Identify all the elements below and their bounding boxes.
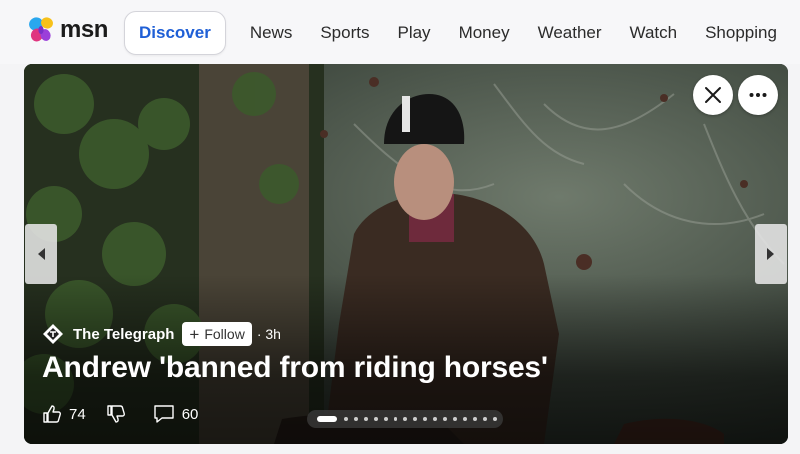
carousel-indicator <box>307 410 503 428</box>
nav-money[interactable]: Money <box>445 11 524 55</box>
carousel-dot[interactable] <box>363 417 368 421</box>
more-icon <box>749 93 767 97</box>
carousel-dot[interactable] <box>483 417 488 421</box>
carousel-dot[interactable] <box>373 417 378 421</box>
follow-label: Follow <box>204 326 245 342</box>
follow-button[interactable]: + Follow <box>182 322 252 346</box>
close-icon <box>705 87 721 103</box>
carousel-dot[interactable] <box>403 417 408 421</box>
carousel-dot[interactable] <box>423 417 428 421</box>
carousel-dot[interactable] <box>413 417 418 421</box>
carousel-prev-button[interactable] <box>25 224 57 284</box>
chevron-left-icon <box>38 248 45 260</box>
carousel-dot[interactable] <box>473 417 478 421</box>
msn-butterfly-icon <box>29 17 53 42</box>
comment-count: 60 <box>181 405 199 423</box>
brand-name: msn <box>60 16 108 43</box>
main-nav: Discover News Sports Play Money Weather … <box>124 11 791 55</box>
carousel-dot[interactable] <box>443 417 448 421</box>
carousel-dot[interactable] <box>393 417 398 421</box>
hero-news-card[interactable]: The Telegraph + Follow · 3h Andrew 'bann… <box>24 64 788 444</box>
comment-button[interactable]: 60 <box>153 404 199 424</box>
nav-play[interactable]: Play <box>383 11 444 55</box>
nav-news[interactable]: News <box>236 11 307 55</box>
thumbs-up-icon <box>43 405 61 423</box>
carousel-dot[interactable] <box>463 417 468 421</box>
carousel-next-button[interactable] <box>755 224 787 284</box>
nav-shopping[interactable]: Shopping <box>691 11 791 55</box>
nav-sports[interactable]: Sports <box>306 11 383 55</box>
comment-icon <box>153 405 174 423</box>
carousel-dot[interactable] <box>493 417 498 421</box>
plus-icon: + <box>189 324 200 344</box>
article-headline[interactable]: Andrew 'banned from riding horses' <box>42 351 548 385</box>
nav-weather[interactable]: Weather <box>524 11 616 55</box>
telegraph-logo-icon <box>43 324 63 344</box>
carousel-dot[interactable] <box>353 417 358 421</box>
carousel-dot[interactable] <box>433 417 438 421</box>
like-button[interactable]: 74 <box>42 404 86 424</box>
source-name[interactable]: The Telegraph <box>73 326 174 343</box>
thumbs-down-icon <box>106 405 125 423</box>
carousel-dot[interactable] <box>383 417 388 421</box>
publish-time: · 3h <box>256 326 281 342</box>
nav-watch[interactable]: Watch <box>616 11 692 55</box>
msn-logo[interactable]: msn <box>26 12 108 48</box>
close-button[interactable] <box>693 75 733 115</box>
carousel-dot[interactable] <box>453 417 458 421</box>
carousel-dot[interactable] <box>317 416 337 422</box>
reaction-bar: 74 60 <box>42 404 218 424</box>
more-options-button[interactable] <box>738 75 778 115</box>
article-source: The Telegraph + Follow · 3h <box>42 322 281 346</box>
dislike-button[interactable] <box>106 404 133 424</box>
like-count: 74 <box>69 405 86 423</box>
chevron-right-icon <box>767 248 774 260</box>
top-bar: msn Discover News Sports Play Money Weat… <box>0 0 800 64</box>
carousel-dot[interactable] <box>343 417 348 421</box>
nav-discover[interactable]: Discover <box>124 11 226 55</box>
